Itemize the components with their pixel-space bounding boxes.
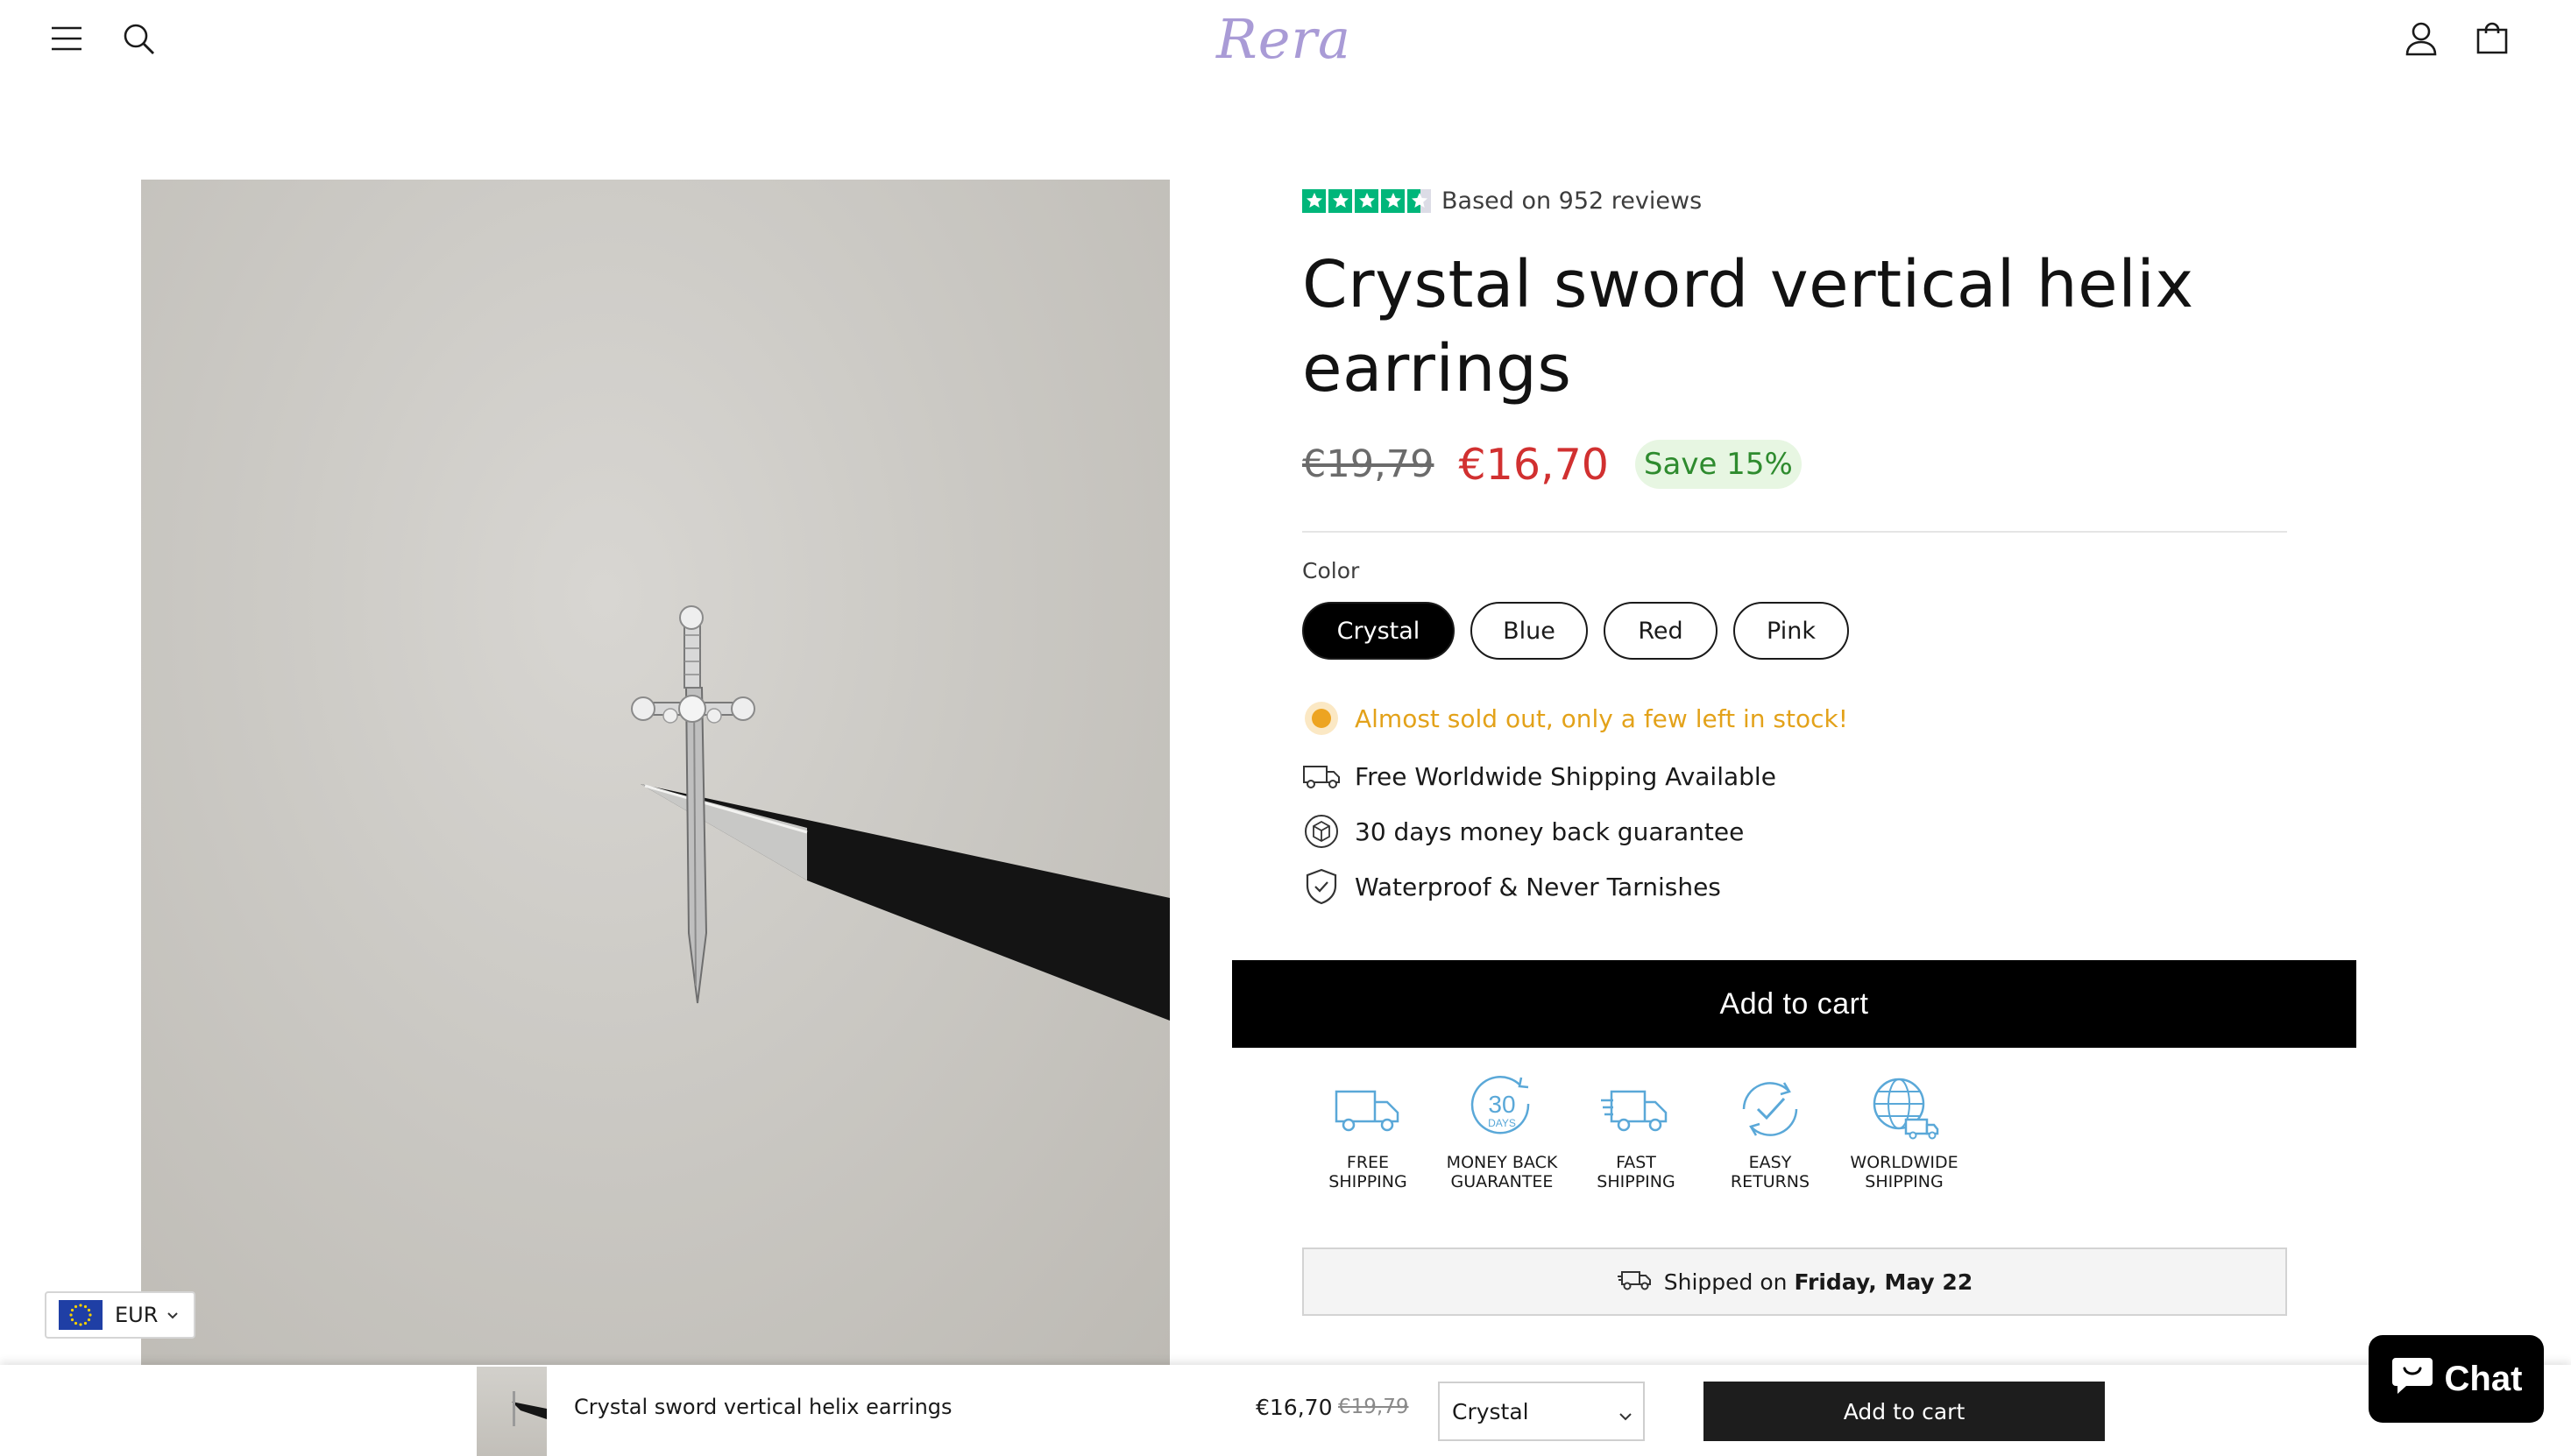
rating-text[interactable]: Based on 952 reviews — [1441, 187, 1702, 215]
badge-label-line: SHIPPING — [1328, 1172, 1407, 1191]
currency-selector[interactable]: EUR — [45, 1291, 195, 1339]
delivery-truck-icon — [1617, 1269, 1652, 1295]
menu-icon[interactable] — [44, 16, 89, 61]
money-back-30-icon: 30 DAYS — [1470, 1076, 1530, 1134]
chevron-down-icon — [1618, 1403, 1633, 1428]
rating-summary[interactable]: Based on 952 reviews — [1302, 185, 1702, 216]
feature-text: Waterproof & Never Tarnishes — [1355, 872, 1721, 901]
money-back-icon — [1302, 812, 1341, 851]
easy-returns-icon — [1742, 1082, 1798, 1136]
badge-label-line: SHIPPING — [1865, 1172, 1944, 1191]
fast-shipping-icon — [1601, 1090, 1668, 1132]
star-icon — [1302, 188, 1326, 213]
price-row: €19,79 €16,70 Save 15% — [1302, 434, 1802, 495]
badge-label-line: EASY — [1748, 1153, 1792, 1172]
variant-select-value: Crystal — [1452, 1398, 1529, 1424]
sticky-product-title: Crystal sword vertical helix earrings — [574, 1395, 953, 1419]
feature-waterproof: Waterproof & Never Tarnishes — [1302, 867, 1721, 906]
divider — [1302, 531, 2287, 533]
half-star-icon — [1407, 188, 1431, 213]
chat-button[interactable]: Chat — [2369, 1335, 2544, 1423]
badge-label-line: FAST — [1616, 1153, 1656, 1172]
badge-label-line: MONEY BACK — [1446, 1153, 1558, 1172]
shipping-date-box: Shipped on Friday, May 22 — [1302, 1247, 2287, 1316]
feature-shipping: Free Worldwide Shipping Available — [1302, 757, 1776, 795]
star-icon — [1355, 188, 1378, 213]
free-shipping-icon — [1335, 1090, 1399, 1132]
sticky-add-to-cart-button[interactable]: Add to cart — [1703, 1382, 2105, 1441]
variant-select[interactable]: Crystal — [1438, 1382, 1645, 1441]
badge-label-line: RETURNS — [1730, 1172, 1810, 1191]
compare-at-price: €19,79 — [1302, 442, 1434, 486]
rating-stars — [1302, 188, 1431, 213]
sticky-price: €16,70 — [1256, 1395, 1333, 1420]
shipped-date: Friday, May 22 — [1794, 1269, 1973, 1295]
badge-icon-unit: DAYS — [1488, 1117, 1516, 1129]
eu-flag-icon — [59, 1300, 103, 1330]
shield-icon — [1302, 867, 1341, 906]
color-options: Crystal Blue Red Pink — [1302, 602, 1849, 660]
shipped-label: Shipped on — [1663, 1269, 1788, 1295]
sword-earring-illustration — [631, 605, 1170, 1021]
color-option-blue[interactable]: Blue — [1470, 602, 1588, 660]
color-option-crystal[interactable]: Crystal — [1302, 602, 1455, 660]
color-option-pink[interactable]: Pink — [1733, 602, 1849, 660]
save-badge: Save 15% — [1634, 440, 1802, 489]
account-icon[interactable] — [2398, 16, 2444, 61]
trust-badges: FREE SHIPPING 30 DAYS MONEY BACK GUARANT… — [1302, 1072, 2003, 1195]
truck-icon — [1302, 757, 1341, 795]
store-logo[interactable]: Rera — [1216, 4, 1350, 74]
chat-label: Chat — [2444, 1359, 2523, 1398]
badge-worldwide-shipping: WORLDWIDE SHIPPING — [1838, 1072, 1970, 1195]
product-title: Crystal sword vertical helix earrings — [1302, 247, 2194, 406]
badge-fast-shipping: FAST SHIPPING — [1570, 1072, 1702, 1195]
worldwide-shipping-icon — [1873, 1078, 1939, 1140]
chevron-down-icon — [166, 1307, 179, 1324]
currency-code: EUR — [115, 1303, 159, 1327]
badge-icon-number: 30 — [1488, 1091, 1515, 1118]
stock-text: Almost sold out, only a few left in stoc… — [1355, 703, 1848, 733]
star-icon — [1381, 188, 1405, 213]
badge-free-shipping: FREE SHIPPING — [1302, 1072, 1434, 1195]
sticky-product-thumbnail — [477, 1367, 547, 1456]
feature-text: 30 days money back guarantee — [1355, 816, 1745, 846]
badge-easy-returns: EASY RETURNS — [1704, 1072, 1836, 1195]
badge-label-line: SHIPPING — [1597, 1172, 1675, 1191]
sticky-cart-bar: Crystal sword vertical helix earrings €1… — [0, 1365, 2571, 1456]
product-image[interactable] — [141, 180, 1170, 1367]
feature-money-back: 30 days money back guarantee — [1302, 812, 1744, 851]
color-option-red[interactable]: Red — [1604, 602, 1718, 660]
badge-label-line: WORLDWIDE — [1850, 1153, 1958, 1172]
star-icon — [1328, 188, 1352, 213]
cart-icon[interactable] — [2469, 16, 2515, 61]
add-to-cart-button[interactable]: Add to cart — [1232, 960, 2356, 1048]
feature-text: Free Worldwide Shipping Available — [1355, 761, 1776, 791]
stock-notice: Almost sold out, only a few left in stoc… — [1302, 699, 1848, 738]
stock-dot-icon — [1302, 699, 1341, 738]
site-header: Rera — [0, 0, 2571, 79]
search-icon[interactable] — [116, 16, 161, 61]
sale-price: €16,70 — [1458, 439, 1609, 490]
chat-bubble-icon — [2390, 1354, 2434, 1403]
color-label: Color — [1302, 558, 1360, 583]
badge-label-line: GUARANTEE — [1450, 1172, 1554, 1191]
sticky-compare-price: €19,79 — [1338, 1396, 1409, 1418]
badge-label-line: FREE — [1346, 1153, 1390, 1172]
badge-money-back: 30 DAYS MONEY BACK GUARANTEE — [1436, 1072, 1568, 1195]
